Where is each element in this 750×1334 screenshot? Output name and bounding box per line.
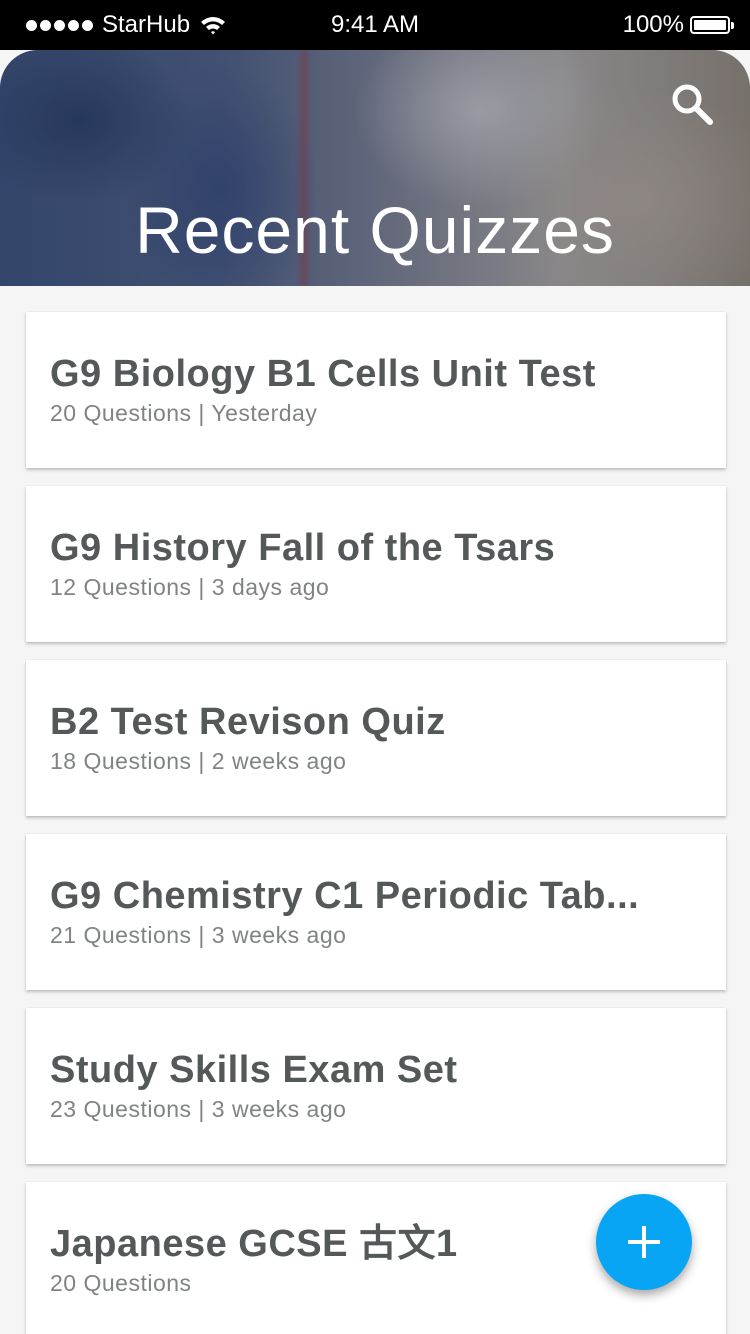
quiz-card[interactable]: G9 Chemistry C1 Periodic Tab... 21 Quest… — [26, 834, 726, 990]
quiz-list-screen: StarHub 9:41 AM 100% Recent Quizzes G9 B… — [0, 0, 750, 1334]
quiz-meta: 12 Questions | 3 days ago — [50, 574, 330, 600]
quiz-card[interactable]: B2 Test Revison Quiz 18 Questions | 2 we… — [26, 660, 726, 816]
status-right: 100% — [622, 11, 734, 39]
search-icon[interactable] — [668, 80, 716, 128]
quiz-title: Study Skills Exam Set — [50, 1049, 458, 1091]
quiz-meta: 18 Questions | 2 weeks ago — [50, 748, 347, 774]
quiz-meta: 23 Questions | 3 weeks ago — [50, 1096, 347, 1122]
quiz-title: G9 Biology B1 Cells Unit Test — [50, 353, 596, 395]
quiz-meta: 21 Questions | 3 weeks ago — [50, 922, 347, 948]
quiz-card[interactable]: G9 Biology B1 Cells Unit Test 20 Questio… — [26, 312, 726, 468]
quiz-title: G9 Chemistry C1 Periodic Tab... — [50, 875, 640, 917]
quiz-meta: 20 Questions — [50, 1270, 192, 1296]
status-bar: StarHub 9:41 AM 100% — [0, 0, 750, 50]
quiz-card[interactable]: G9 History Fall of the Tsars 12 Question… — [26, 486, 726, 642]
battery-percentage: 100% — [622, 11, 684, 38]
quiz-meta: 20 Questions | Yesterday — [50, 400, 318, 426]
plus-icon — [628, 1226, 660, 1258]
page-title: Recent Quizzes — [135, 193, 615, 268]
quiz-list: G9 Biology B1 Cells Unit Test 20 Questio… — [26, 312, 726, 1334]
quiz-title: B2 Test Revison Quiz — [50, 701, 446, 743]
add-quiz-button[interactable] — [596, 1194, 692, 1290]
quiz-title: G9 History Fall of the Tsars — [50, 527, 556, 569]
quiz-card[interactable]: Study Skills Exam Set 23 Questions | 3 w… — [26, 1008, 726, 1164]
header-banner: Recent Quizzes — [0, 50, 750, 286]
battery-icon — [690, 16, 734, 34]
